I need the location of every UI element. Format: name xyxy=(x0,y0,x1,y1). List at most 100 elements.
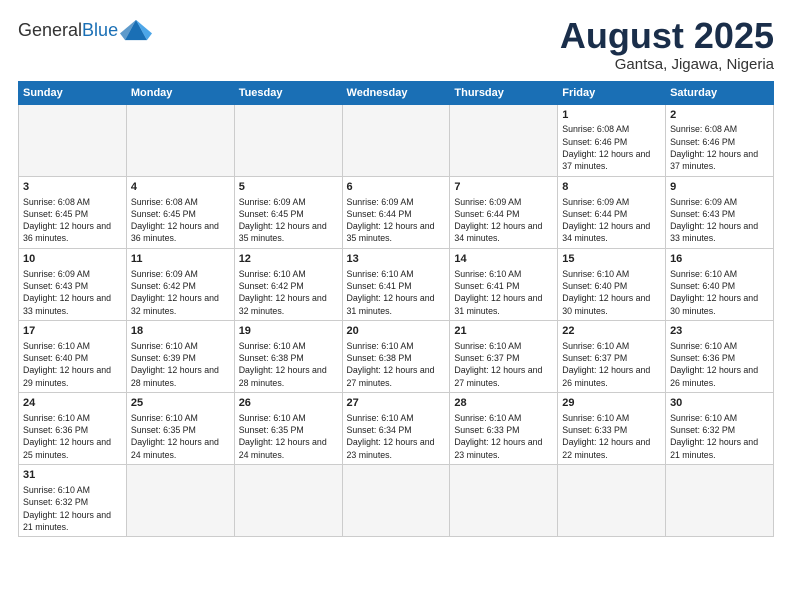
week-row-4: 17Sunrise: 6:10 AM Sunset: 6:40 PM Dayli… xyxy=(19,320,774,392)
day-info: Sunrise: 6:10 AM Sunset: 6:32 PM Dayligh… xyxy=(23,484,122,533)
day-number: 27 xyxy=(347,396,446,411)
day-number: 17 xyxy=(23,324,122,339)
calendar-cell xyxy=(19,104,127,176)
calendar-cell: 23Sunrise: 6:10 AM Sunset: 6:36 PM Dayli… xyxy=(666,320,774,392)
logo-icon xyxy=(120,16,152,44)
weekday-header-row: SundayMondayTuesdayWednesdayThursdayFrid… xyxy=(19,81,774,104)
day-number: 31 xyxy=(23,468,122,483)
calendar-cell: 15Sunrise: 6:10 AM Sunset: 6:40 PM Dayli… xyxy=(558,248,666,320)
calendar-cell: 30Sunrise: 6:10 AM Sunset: 6:32 PM Dayli… xyxy=(666,392,774,464)
day-number: 13 xyxy=(347,252,446,267)
day-info: Sunrise: 6:10 AM Sunset: 6:40 PM Dayligh… xyxy=(23,340,122,389)
day-number: 28 xyxy=(454,396,553,411)
calendar-cell: 10Sunrise: 6:09 AM Sunset: 6:43 PM Dayli… xyxy=(19,248,127,320)
calendar-cell xyxy=(666,465,774,537)
weekday-header-tuesday: Tuesday xyxy=(234,81,342,104)
day-info: Sunrise: 6:09 AM Sunset: 6:45 PM Dayligh… xyxy=(239,196,338,245)
day-info: Sunrise: 6:08 AM Sunset: 6:46 PM Dayligh… xyxy=(562,123,661,172)
day-number: 20 xyxy=(347,324,446,339)
day-number: 3 xyxy=(23,180,122,195)
calendar-cell: 20Sunrise: 6:10 AM Sunset: 6:38 PM Dayli… xyxy=(342,320,450,392)
calendar-cell: 6Sunrise: 6:09 AM Sunset: 6:44 PM Daylig… xyxy=(342,176,450,248)
day-number: 30 xyxy=(670,396,769,411)
calendar-cell: 24Sunrise: 6:10 AM Sunset: 6:36 PM Dayli… xyxy=(19,392,127,464)
day-info: Sunrise: 6:10 AM Sunset: 6:41 PM Dayligh… xyxy=(454,268,553,317)
calendar-cell xyxy=(126,104,234,176)
calendar-cell xyxy=(558,465,666,537)
day-number: 14 xyxy=(454,252,553,267)
calendar-cell: 21Sunrise: 6:10 AM Sunset: 6:37 PM Dayli… xyxy=(450,320,558,392)
day-info: Sunrise: 6:10 AM Sunset: 6:35 PM Dayligh… xyxy=(239,412,338,461)
day-info: Sunrise: 6:08 AM Sunset: 6:46 PM Dayligh… xyxy=(670,123,769,172)
calendar-cell: 25Sunrise: 6:10 AM Sunset: 6:35 PM Dayli… xyxy=(126,392,234,464)
calendar-table: SundayMondayTuesdayWednesdayThursdayFrid… xyxy=(18,81,774,538)
day-number: 1 xyxy=(562,108,661,123)
day-number: 19 xyxy=(239,324,338,339)
page: GeneralBlue August 2025 Gantsa, Jigawa, … xyxy=(0,0,792,612)
week-row-5: 24Sunrise: 6:10 AM Sunset: 6:36 PM Dayli… xyxy=(19,392,774,464)
calendar-subtitle: Gantsa, Jigawa, Nigeria xyxy=(560,56,774,73)
day-info: Sunrise: 6:10 AM Sunset: 6:41 PM Dayligh… xyxy=(347,268,446,317)
calendar-cell: 19Sunrise: 6:10 AM Sunset: 6:38 PM Dayli… xyxy=(234,320,342,392)
day-number: 25 xyxy=(131,396,230,411)
day-number: 24 xyxy=(23,396,122,411)
header: GeneralBlue August 2025 Gantsa, Jigawa, … xyxy=(18,16,774,73)
day-info: Sunrise: 6:09 AM Sunset: 6:44 PM Dayligh… xyxy=(562,196,661,245)
calendar-cell xyxy=(450,104,558,176)
day-number: 12 xyxy=(239,252,338,267)
day-number: 7 xyxy=(454,180,553,195)
day-number: 8 xyxy=(562,180,661,195)
weekday-header-friday: Friday xyxy=(558,81,666,104)
day-info: Sunrise: 6:09 AM Sunset: 6:44 PM Dayligh… xyxy=(454,196,553,245)
logo-blue: Blue xyxy=(82,20,118,40)
calendar-cell xyxy=(342,465,450,537)
day-number: 11 xyxy=(131,252,230,267)
calendar-cell: 13Sunrise: 6:10 AM Sunset: 6:41 PM Dayli… xyxy=(342,248,450,320)
day-info: Sunrise: 6:10 AM Sunset: 6:42 PM Dayligh… xyxy=(239,268,338,317)
day-info: Sunrise: 6:10 AM Sunset: 6:32 PM Dayligh… xyxy=(670,412,769,461)
calendar-cell xyxy=(234,465,342,537)
logo: GeneralBlue xyxy=(18,16,152,44)
day-number: 6 xyxy=(347,180,446,195)
title-block: August 2025 Gantsa, Jigawa, Nigeria xyxy=(560,16,774,73)
calendar-cell: 28Sunrise: 6:10 AM Sunset: 6:33 PM Dayli… xyxy=(450,392,558,464)
day-number: 10 xyxy=(23,252,122,267)
day-info: Sunrise: 6:09 AM Sunset: 6:44 PM Dayligh… xyxy=(347,196,446,245)
day-number: 5 xyxy=(239,180,338,195)
calendar-cell: 5Sunrise: 6:09 AM Sunset: 6:45 PM Daylig… xyxy=(234,176,342,248)
day-number: 29 xyxy=(562,396,661,411)
calendar-cell: 8Sunrise: 6:09 AM Sunset: 6:44 PM Daylig… xyxy=(558,176,666,248)
day-info: Sunrise: 6:10 AM Sunset: 6:34 PM Dayligh… xyxy=(347,412,446,461)
weekday-header-saturday: Saturday xyxy=(666,81,774,104)
calendar-cell: 12Sunrise: 6:10 AM Sunset: 6:42 PM Dayli… xyxy=(234,248,342,320)
weekday-header-wednesday: Wednesday xyxy=(342,81,450,104)
day-number: 26 xyxy=(239,396,338,411)
day-info: Sunrise: 6:10 AM Sunset: 6:38 PM Dayligh… xyxy=(239,340,338,389)
calendar-cell: 4Sunrise: 6:08 AM Sunset: 6:45 PM Daylig… xyxy=(126,176,234,248)
week-row-6: 31Sunrise: 6:10 AM Sunset: 6:32 PM Dayli… xyxy=(19,465,774,537)
day-info: Sunrise: 6:10 AM Sunset: 6:33 PM Dayligh… xyxy=(562,412,661,461)
calendar-cell: 26Sunrise: 6:10 AM Sunset: 6:35 PM Dayli… xyxy=(234,392,342,464)
day-info: Sunrise: 6:08 AM Sunset: 6:45 PM Dayligh… xyxy=(131,196,230,245)
day-info: Sunrise: 6:09 AM Sunset: 6:43 PM Dayligh… xyxy=(23,268,122,317)
day-info: Sunrise: 6:10 AM Sunset: 6:37 PM Dayligh… xyxy=(454,340,553,389)
day-number: 22 xyxy=(562,324,661,339)
calendar-cell xyxy=(126,465,234,537)
calendar-cell: 3Sunrise: 6:08 AM Sunset: 6:45 PM Daylig… xyxy=(19,176,127,248)
day-info: Sunrise: 6:10 AM Sunset: 6:40 PM Dayligh… xyxy=(562,268,661,317)
calendar-cell: 31Sunrise: 6:10 AM Sunset: 6:32 PM Dayli… xyxy=(19,465,127,537)
day-number: 15 xyxy=(562,252,661,267)
calendar-cell xyxy=(234,104,342,176)
day-info: Sunrise: 6:10 AM Sunset: 6:40 PM Dayligh… xyxy=(670,268,769,317)
calendar-cell xyxy=(342,104,450,176)
day-info: Sunrise: 6:10 AM Sunset: 6:37 PM Dayligh… xyxy=(562,340,661,389)
week-row-1: 1Sunrise: 6:08 AM Sunset: 6:46 PM Daylig… xyxy=(19,104,774,176)
weekday-header-monday: Monday xyxy=(126,81,234,104)
day-info: Sunrise: 6:08 AM Sunset: 6:45 PM Dayligh… xyxy=(23,196,122,245)
calendar-cell: 14Sunrise: 6:10 AM Sunset: 6:41 PM Dayli… xyxy=(450,248,558,320)
day-info: Sunrise: 6:10 AM Sunset: 6:36 PM Dayligh… xyxy=(23,412,122,461)
weekday-header-thursday: Thursday xyxy=(450,81,558,104)
day-info: Sunrise: 6:10 AM Sunset: 6:36 PM Dayligh… xyxy=(670,340,769,389)
day-info: Sunrise: 6:09 AM Sunset: 6:42 PM Dayligh… xyxy=(131,268,230,317)
calendar-cell: 7Sunrise: 6:09 AM Sunset: 6:44 PM Daylig… xyxy=(450,176,558,248)
